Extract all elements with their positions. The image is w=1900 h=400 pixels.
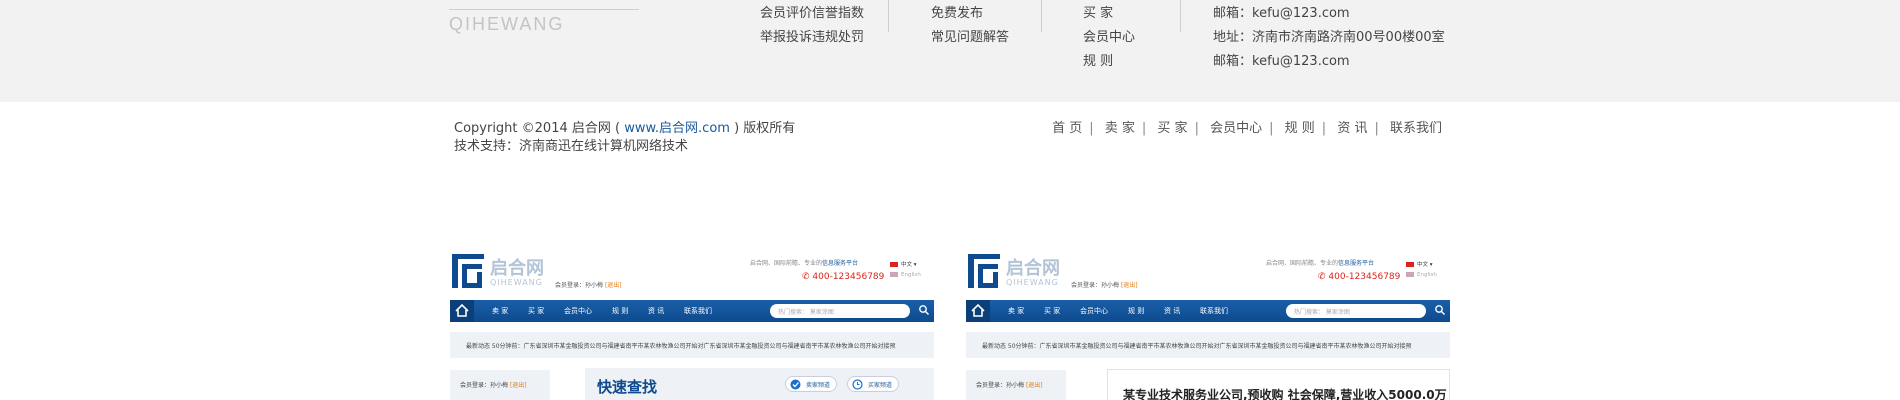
thumb-news-ticker: 最新动态 50分钟前：广东省深圳市某金融投资公司与福建省南平市某农林牧渔公司开始…	[966, 332, 1450, 358]
thumb-logo-en: QIHEWANG	[490, 278, 543, 287]
thumb-quick-title: 快速查找	[597, 378, 658, 396]
thumb-nav-item: 联系我们	[684, 307, 712, 315]
footer-links-area: QIHEWANG 会员评价信誉指数 举报投诉违规处罚 免费发布 常见问题解答 买…	[0, 0, 1900, 102]
check-icon	[790, 379, 801, 390]
thumb-nav-item: 资 讯	[648, 307, 665, 315]
logo-icon	[452, 254, 484, 288]
thumb-login: 会员登录：孙小梅 [退出]	[555, 282, 622, 289]
thumb-navbar: 卖 家 买 家 会员中心 规 则 资 讯 联系我们 热门搜索： 莫家涂图	[966, 300, 1450, 322]
thumb-logo-cn: 启合网	[1006, 258, 1060, 279]
thumb-lang-cn: 中文 ▾	[890, 260, 917, 268]
thumb-nav-item: 卖 家	[492, 307, 509, 315]
page-thumbnail-1: 启合网 QIHEWANG 会员登录：孙小梅 [退出] 启合网、国际前瞻、专业的信…	[450, 248, 934, 400]
thumb-logo-cn: 启合网	[490, 258, 544, 279]
clock-icon	[852, 379, 863, 390]
thumb-nav-item: 买 家	[1044, 307, 1061, 315]
divider	[888, 0, 889, 32]
thumb-sidebar-login: 会员登录：孙小梅 [退出]	[966, 370, 1066, 400]
thumb-slogan: 启合网、国际前瞻、专业的信息服务平台	[750, 260, 859, 267]
contact-address: 地址：济南市济南路济南00号00楼00室	[1213, 30, 1445, 45]
footer-link[interactable]: 规 则	[1083, 50, 1113, 69]
thumb-nav-item: 卖 家	[1008, 307, 1025, 315]
thumb-news-ticker: 最新动态 50分钟前：广东省深圳市某金融投资公司与福建省南平市某农林牧渔公司开始…	[450, 332, 934, 358]
thumb-buyer-pill: 买家频道	[847, 376, 900, 392]
thumb-nav-item: 规 则	[1128, 307, 1145, 315]
footer-brand-en: QIHEWANG	[449, 14, 565, 34]
home-icon	[966, 300, 990, 322]
footer-link[interactable]: 举报投诉违规处罚	[760, 26, 864, 45]
thumb-listing-card: 某专业技术服务业公司,预收购 社会保障,营业收入5000.0万	[1107, 369, 1450, 400]
thumb-nav-item: 买 家	[528, 307, 545, 315]
copyright-prefix: Copyright ©2014 启合网 (	[454, 121, 621, 136]
thumb-phone: ✆ 400-123456789	[802, 272, 885, 282]
thumb-phone: ✆ 400-123456789	[1318, 272, 1401, 282]
page-thumbnail-2: 启合网 QIHEWANG 会员登录：孙小梅 [退出] 启合网、国际前瞻、专业的信…	[966, 248, 1450, 400]
site-link[interactable]: www.启合网.com	[624, 121, 730, 136]
thumb-nav-item: 资 讯	[1164, 307, 1181, 315]
bottom-nav-news[interactable]: 资 讯	[1337, 121, 1367, 136]
search-icon	[919, 305, 929, 315]
bottom-nav-home[interactable]: 首 页	[1052, 121, 1082, 136]
bottom-section	[0, 102, 1900, 400]
thumb-search: 热门搜索： 莫家涂图	[770, 304, 910, 318]
contact-email: 邮箱：kefu@123.com	[1213, 6, 1350, 21]
bottom-nav-member[interactable]: 会员中心	[1210, 121, 1262, 136]
thumb-nav-item: 规 则	[612, 307, 629, 315]
thumb-search: 热门搜索： 莫家涂图	[1286, 304, 1426, 318]
search-icon	[1435, 305, 1445, 315]
thumb-login: 会员登录：孙小梅 [退出]	[1071, 282, 1138, 289]
thumb-navbar: 卖 家 买 家 会员中心 规 则 资 讯 联系我们 热门搜索： 莫家涂图	[450, 300, 934, 322]
divider	[1180, 0, 1181, 32]
thumb-logo-en: QIHEWANG	[1006, 278, 1059, 287]
footer-link[interactable]: 免费发布	[931, 2, 983, 21]
bottom-nav: 首 页 | 卖 家 | 买 家 | 会员中心 | 规 则 | 资 讯 | 联系我们	[1052, 121, 1442, 136]
brand-divider	[449, 9, 639, 10]
thumb-lang-cn: 中文 ▾	[1406, 260, 1433, 268]
thumb-lang-en: English	[890, 272, 921, 278]
thumb-nav-item: 会员中心	[1080, 307, 1108, 315]
bottom-nav-seller[interactable]: 卖 家	[1105, 121, 1135, 136]
thumb-slogan: 启合网、国际前瞻、专业的信息服务平台	[1266, 260, 1375, 267]
thumb-nav-item: 会员中心	[564, 307, 592, 315]
thumb-sidebar-login: 会员登录：孙小梅 [退出]	[450, 370, 550, 400]
logo-icon	[968, 254, 1000, 288]
thumb-lang-en: English	[1406, 272, 1437, 278]
thumb-quick-search: 快速查找 卖家频道 买家频道	[585, 368, 934, 400]
bottom-nav-contact[interactable]: 联系我们	[1390, 121, 1442, 136]
thumb-seller-pill: 卖家频道	[785, 376, 838, 392]
tech-support-text: 技术支持：济南商迅在线计算机网络技术	[454, 139, 689, 154]
footer-link[interactable]: 买 家	[1083, 2, 1113, 21]
copyright-text: Copyright ©2014 启合网 ( www.启合网.com ) 版权所有	[454, 117, 795, 136]
footer-link[interactable]: 会员评价信誉指数	[760, 2, 864, 21]
divider	[1041, 0, 1042, 32]
home-icon	[450, 300, 474, 322]
bottom-nav-rules[interactable]: 规 则	[1285, 121, 1315, 136]
bottom-nav-buyer[interactable]: 买 家	[1157, 121, 1187, 136]
thumb-nav-item: 联系我们	[1200, 307, 1228, 315]
thumb-listing-title: 某专业技术服务业公司,预收购 社会保障,营业收入5000.0万	[1123, 388, 1447, 400]
footer-link[interactable]: 常见问题解答	[931, 26, 1009, 45]
copyright-suffix: ) 版权所有	[734, 121, 796, 136]
footer-link[interactable]: 会员中心	[1083, 26, 1135, 45]
contact-email: 邮箱：kefu@123.com	[1213, 54, 1350, 69]
